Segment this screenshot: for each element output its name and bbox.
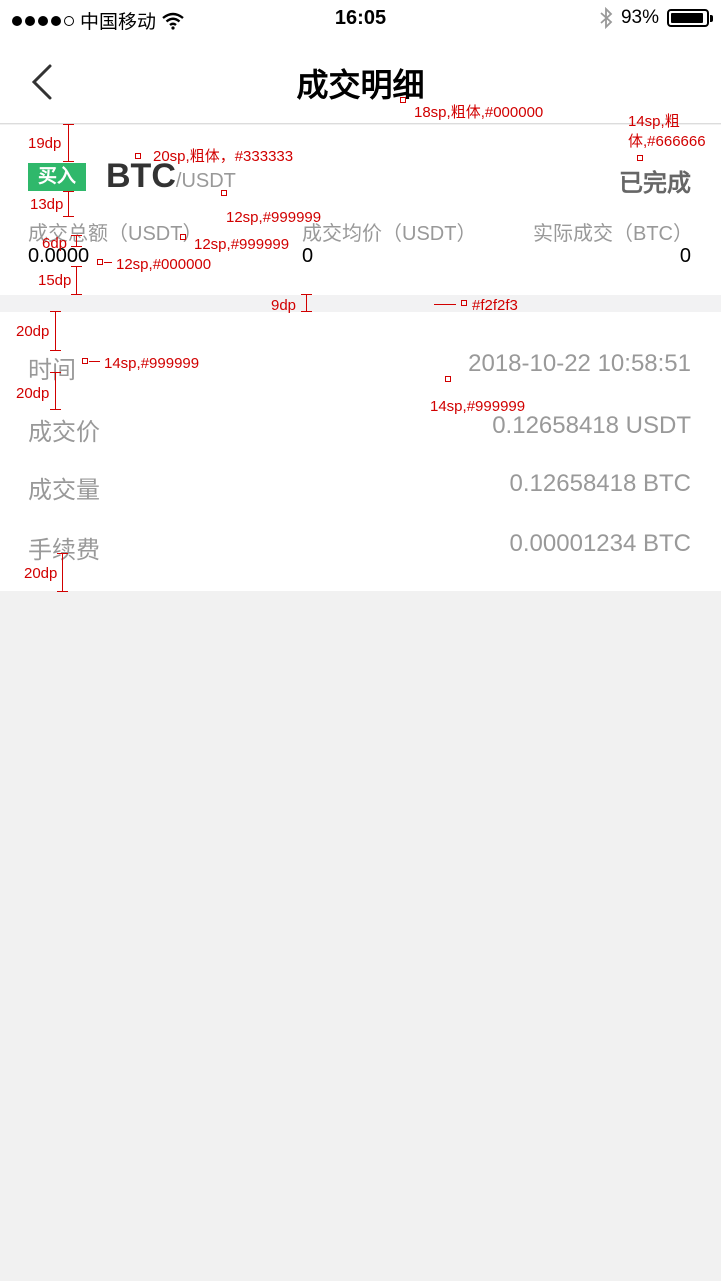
annotation-marker [461, 300, 467, 306]
avg-price-label: 成交均价（USDT） [302, 223, 477, 245]
annotation-title-spec: 18sp,粗体,#000000 [414, 104, 544, 121]
annotation-pair-spec: 20sp,粗体，#333333 [153, 148, 294, 165]
annotation-stat-value-spec: 12sp,#000000 [116, 256, 212, 273]
annotation-value-spec: 14sp,#999999 [430, 398, 526, 415]
trade-details-list: 时间 2018-10-22 10:58:51 成交价 0.12658418 US… [0, 312, 721, 591]
actual-filled-label: 实际成交（BTC） [533, 223, 693, 245]
annotation-marker [82, 358, 88, 364]
section-divider [0, 295, 721, 312]
annotation-marker [445, 376, 451, 382]
bluetooth-icon [600, 7, 613, 29]
status-right: 93% [599, 7, 713, 29]
screen: 中国移动 16:05 93% 成交明细 买入 BTC/USDT 已完成 成交总额… [0, 0, 721, 1281]
annotation-marker [180, 234, 186, 240]
page-title: 成交明细 [296, 67, 425, 103]
detail-label: 成交量 [28, 477, 100, 504]
detail-value: 0.00001234 BTC [509, 530, 691, 557]
annotation-marker [637, 155, 643, 161]
annotation-marker [97, 259, 103, 265]
annotation-gap-20-b: 20dp [16, 385, 50, 402]
annotation-status-spec-1: 14sp,粗 [628, 113, 680, 130]
detail-value: 2018-10-22 10:58:51 [468, 350, 691, 377]
nav-bar: 成交明细 [0, 40, 721, 124]
annotation-marker [135, 153, 141, 159]
annotation-gap-13: 13dp [30, 196, 64, 213]
detail-value: 0.12658418 BTC [509, 470, 691, 497]
detail-row-price: 成交价 0.12658418 USDT [0, 406, 721, 446]
annotation-sep-gap: 9dp [271, 297, 297, 314]
annotation-gap-20-a: 20dp [16, 323, 50, 340]
trade-summary-card: 买入 BTC/USDT 已完成 成交总额（USDT） 成交均价（USDT） 实际… [0, 125, 721, 295]
battery-level [671, 13, 703, 23]
annotation-stat-label-spec: 12sp,#999999 [194, 236, 290, 253]
battery-icon [667, 9, 713, 27]
annotation-sep-color: #f2f2f3 [472, 297, 518, 314]
detail-row-fee: 手续费 0.00001234 BTC [0, 524, 721, 564]
detail-value: 0.12658418 USDT [492, 412, 691, 439]
annotation-gap-19: 19dp [28, 135, 62, 152]
annotation-status-spec-2: 体,#666666 [628, 133, 706, 150]
annotation-gap-15: 15dp [38, 272, 72, 289]
detail-row-volume: 成交量 0.12658418 BTC [0, 464, 721, 504]
status-bar: 中国移动 16:05 93% [0, 0, 721, 40]
annotation-quote-spec: 12sp,#999999 [226, 209, 322, 226]
actual-filled-value: 0 [679, 245, 691, 267]
detail-label: 时间 [28, 357, 76, 384]
annotation-gap-20-c: 20dp [24, 565, 58, 582]
annotation-marker [400, 97, 406, 103]
side-badge: 买入 [28, 163, 86, 191]
annotation-marker [221, 190, 227, 196]
detail-label: 成交价 [28, 419, 100, 446]
order-status: 已完成 [619, 170, 691, 197]
avg-price-value: 0 [302, 245, 314, 267]
annotation-label-spec: 14sp,#999999 [104, 355, 200, 372]
annotation-gap-6: 6dp [42, 235, 68, 252]
quote-symbol: /USDT [175, 170, 236, 192]
battery-percent: 93% [620, 7, 659, 28]
detail-label: 手续费 [28, 537, 100, 564]
